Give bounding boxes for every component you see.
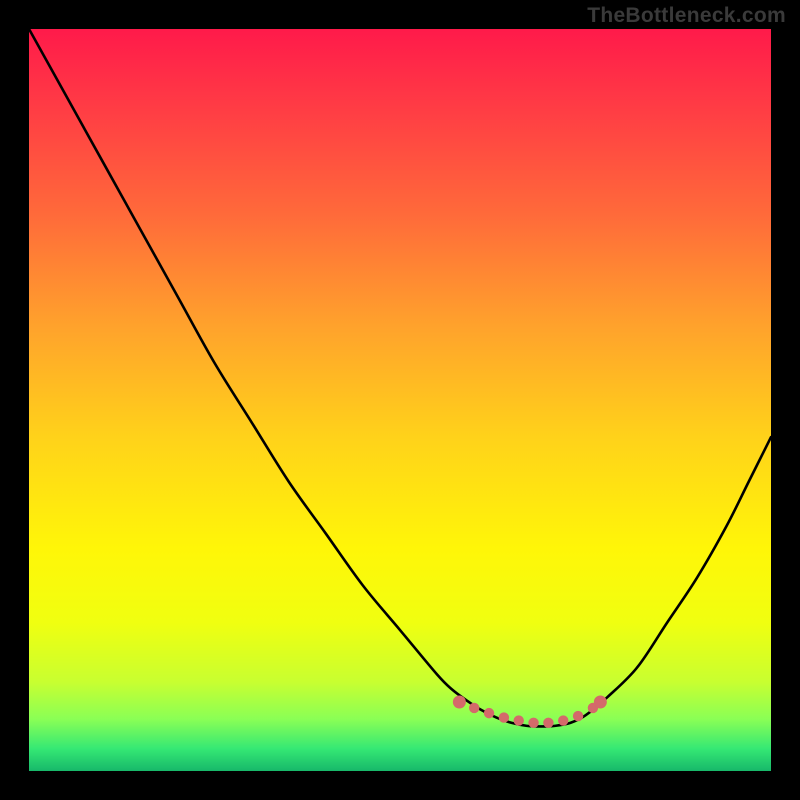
bottleneck-curve <box>29 29 771 726</box>
plot-area <box>29 29 771 771</box>
marker-dot <box>558 715 568 725</box>
marker-dot <box>453 695 466 708</box>
marker-dot <box>594 695 607 708</box>
marker-dot <box>543 718 553 728</box>
marker-dot <box>573 711 583 721</box>
watermark-text: TheBottleneck.com <box>587 4 786 28</box>
bottleneck-range-markers <box>453 695 607 727</box>
curve-layer <box>29 29 771 771</box>
chart-container: TheBottleneck.com <box>0 0 800 800</box>
marker-dot <box>528 718 538 728</box>
marker-dot <box>514 715 524 725</box>
marker-dot <box>469 703 479 713</box>
marker-dot <box>499 712 509 722</box>
marker-dot <box>484 708 494 718</box>
